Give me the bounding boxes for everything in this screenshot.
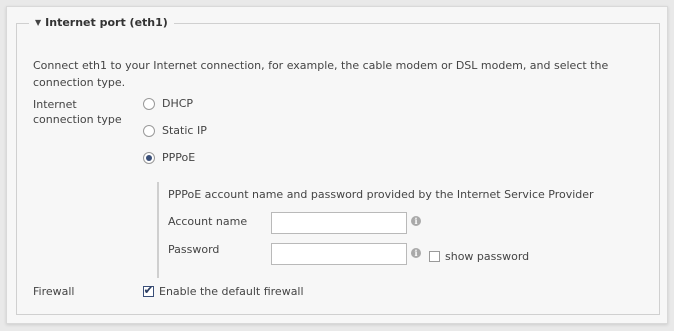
firewall-enable-label: Enable the default firewall: [159, 285, 304, 298]
radio-static-ip-label: Static IP: [162, 124, 207, 137]
pppoe-description: PPPoE account name and password provided…: [168, 188, 594, 201]
settings-panel: ▼ Internet port (eth1) Connect eth1 to y…: [6, 6, 668, 324]
account-name-label: Account name: [168, 215, 248, 228]
radio-dhcp-control[interactable]: [143, 97, 155, 110]
radio-static-ip-control[interactable]: [143, 124, 155, 137]
info-icon[interactable]: i: [411, 216, 421, 226]
connection-type-label-line2: connection type: [33, 113, 122, 126]
radio-static-ip[interactable]: Static IP: [143, 124, 207, 137]
firewall-toggle[interactable]: ✔ Enable the default firewall: [143, 283, 304, 298]
radio-selected-dot: [146, 154, 152, 161]
pppoe-indent-line: [157, 182, 159, 278]
account-name-input[interactable]: [271, 212, 407, 234]
firewall-checkbox[interactable]: ✔: [143, 283, 154, 297]
section-description: Connect eth1 to your Internet connection…: [33, 59, 609, 89]
checkmark-icon: ✔: [143, 283, 154, 297]
radio-dhcp[interactable]: DHCP: [143, 97, 193, 110]
radio-pppoe-label: PPPoE: [162, 151, 196, 164]
section-toggle[interactable]: ▼ Internet port (eth1): [29, 16, 174, 29]
connection-type-label-line1: Internet: [33, 98, 77, 111]
radio-pppoe-control[interactable]: [143, 151, 155, 164]
show-password-label: show password: [445, 250, 530, 263]
caret-down-icon: ▼: [35, 18, 42, 27]
password-label: Password: [168, 243, 220, 256]
show-password-checkbox[interactable]: [429, 251, 440, 262]
connection-type-label: Internet connection type: [33, 97, 122, 127]
radio-pppoe[interactable]: PPPoE: [143, 151, 195, 164]
firewall-label: Firewall: [33, 285, 75, 298]
password-input[interactable]: [271, 243, 407, 265]
show-password-toggle[interactable]: show password: [429, 250, 529, 263]
info-icon[interactable]: i: [411, 248, 421, 258]
section-title: Internet port (eth1): [45, 16, 168, 29]
radio-dhcp-label: DHCP: [162, 97, 194, 110]
